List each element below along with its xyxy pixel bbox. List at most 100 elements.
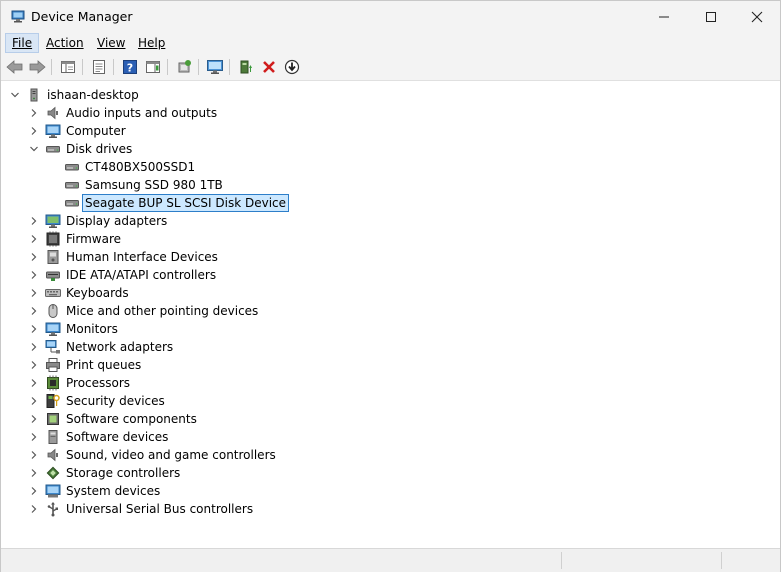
tree-item-usb-controllers[interactable]: Universal Serial Bus controllers xyxy=(1,500,761,518)
action-pane-button[interactable] xyxy=(143,57,163,77)
tree-item-processors[interactable]: Processors xyxy=(1,374,761,392)
maximize-button[interactable] xyxy=(688,1,734,32)
tree-item-print-queues[interactable]: Print queues xyxy=(1,356,761,374)
expand-chevron-icon[interactable] xyxy=(29,396,39,406)
menu-view[interactable]: View xyxy=(91,33,131,53)
tree-item-disk-seagate[interactable]: Seagate BUP SL SCSI Disk Device xyxy=(1,194,761,212)
expand-chevron-icon[interactable] xyxy=(29,432,39,442)
forward-icon xyxy=(29,60,46,74)
add-legacy-hardware-button[interactable] xyxy=(205,57,225,77)
tree-item-mice[interactable]: Mice and other pointing devices xyxy=(1,302,761,320)
expand-chevron-icon[interactable] xyxy=(29,486,39,496)
tree-item-computer[interactable]: Computer xyxy=(1,122,761,140)
desktop-computer-icon xyxy=(30,88,38,102)
tree-item-software-components[interactable]: Software components xyxy=(1,410,761,428)
disk-drive-icon xyxy=(65,182,79,189)
tree-item-disk-drives[interactable]: Disk drives xyxy=(1,140,761,158)
expand-chevron-icon[interactable] xyxy=(29,342,39,352)
tree-item-label-selected: Seagate BUP SL SCSI Disk Device xyxy=(82,194,290,212)
tree-item-display-adapters[interactable]: Display adapters xyxy=(1,212,761,230)
tree-item-ide-controllers[interactable]: IDE ATA/ATAPI controllers xyxy=(1,266,761,284)
tree-item-sound-video-game[interactable]: Sound, video and game controllers xyxy=(1,446,761,464)
monitor-icon xyxy=(45,322,61,336)
expand-chevron-icon[interactable] xyxy=(29,504,39,514)
tree-item-label: Mice and other pointing devices xyxy=(66,304,259,318)
expand-chevron-icon[interactable] xyxy=(29,234,39,244)
collapse-chevron-icon[interactable] xyxy=(10,90,20,100)
menu-file[interactable]: File xyxy=(5,33,40,53)
device-tree[interactable]: ishaan-desktop Audio inputs and outputs … xyxy=(1,83,780,547)
expand-chevron-icon[interactable] xyxy=(29,108,39,118)
monitor-icon xyxy=(207,60,223,74)
toolbar-separator xyxy=(51,59,52,75)
menu-view-label: View xyxy=(97,36,126,50)
status-bar xyxy=(1,548,780,572)
tree-item-system-devices[interactable]: System devices xyxy=(1,482,761,500)
tree-item-audio-inputs[interactable]: Audio inputs and outputs xyxy=(1,104,761,122)
update-driver-button[interactable] xyxy=(236,57,256,77)
expand-chevron-icon[interactable] xyxy=(29,126,39,136)
uninstall-device-button[interactable] xyxy=(259,57,279,77)
properties-button[interactable] xyxy=(89,57,109,77)
expand-chevron-icon[interactable] xyxy=(29,288,39,298)
expand-chevron-icon[interactable] xyxy=(29,414,39,424)
tree-item-label: Display adapters xyxy=(66,214,168,228)
forward-button[interactable] xyxy=(27,57,47,77)
minimize-icon xyxy=(659,16,669,17)
window-title: Device Manager xyxy=(31,9,133,24)
expand-chevron-icon[interactable] xyxy=(29,324,39,334)
software-device-icon xyxy=(48,430,58,444)
tree-item-disk-samsung[interactable]: Samsung SSD 980 1TB xyxy=(1,176,761,194)
expand-chevron-icon[interactable] xyxy=(29,306,39,316)
collapse-chevron-icon[interactable] xyxy=(29,144,39,154)
tree-root[interactable]: ishaan-desktop xyxy=(1,86,761,104)
tree-item-disk-ct480[interactable]: CT480BX500SSD1 xyxy=(1,158,761,176)
display-adapter-icon xyxy=(45,214,61,228)
scan-hardware-button[interactable] xyxy=(174,57,194,77)
tree-item-label: CT480BX500SSD1 xyxy=(85,160,196,174)
expand-chevron-icon[interactable] xyxy=(29,468,39,478)
device-properties-icon xyxy=(93,60,105,74)
expand-chevron-icon[interactable] xyxy=(29,216,39,226)
close-button[interactable] xyxy=(734,1,780,32)
keyboard-icon xyxy=(45,289,61,297)
help-button[interactable]: ? xyxy=(120,57,140,77)
tree-item-label: Samsung SSD 980 1TB xyxy=(85,178,223,192)
tree-item-label: Storage controllers xyxy=(66,466,181,480)
tree-item-network-adapters[interactable]: Network adapters xyxy=(1,338,761,356)
expand-chevron-icon[interactable] xyxy=(29,378,39,388)
expand-chevron-icon[interactable] xyxy=(29,270,39,280)
tree-item-label: Network adapters xyxy=(66,340,174,354)
tree-item-software-devices[interactable]: Software devices xyxy=(1,428,761,446)
mouse-icon xyxy=(48,304,58,318)
tree-item-monitors[interactable]: Monitors xyxy=(1,320,761,338)
tree-item-keyboards[interactable]: Keyboards xyxy=(1,284,761,302)
expand-chevron-icon[interactable] xyxy=(29,252,39,262)
back-button[interactable] xyxy=(5,57,25,77)
system-device-icon xyxy=(45,484,61,498)
menu-bar: File Action View Help xyxy=(1,32,780,54)
tree-item-security-devices[interactable]: Security devices xyxy=(1,392,761,410)
disk-drive-icon xyxy=(65,200,79,207)
tree-item-storage-controllers[interactable]: Storage controllers xyxy=(1,464,761,482)
ide-controller-icon xyxy=(46,271,60,281)
storage-controller-icon xyxy=(46,466,60,480)
show-hide-console-tree-button[interactable] xyxy=(58,57,78,77)
minimize-button[interactable] xyxy=(641,1,687,32)
action-view-icon xyxy=(146,61,160,73)
disk-drive-icon xyxy=(65,164,79,171)
firmware-icon xyxy=(46,231,60,247)
hid-icon xyxy=(47,250,59,264)
tree-item-hid[interactable]: Human Interface Devices xyxy=(1,248,761,266)
expand-chevron-icon[interactable] xyxy=(29,360,39,370)
menu-help[interactable]: Help xyxy=(132,33,171,53)
sound-icon xyxy=(47,448,58,462)
tree-item-firmware[interactable]: Firmware xyxy=(1,230,761,248)
menu-action[interactable]: Action xyxy=(40,33,90,53)
expand-chevron-icon[interactable] xyxy=(29,450,39,460)
enable-device-button[interactable] xyxy=(282,57,302,77)
title-bar: Device Manager xyxy=(1,1,780,32)
computer-icon xyxy=(45,124,61,138)
tree-item-label: IDE ATA/ATAPI controllers xyxy=(66,268,217,282)
close-icon xyxy=(751,11,763,22)
